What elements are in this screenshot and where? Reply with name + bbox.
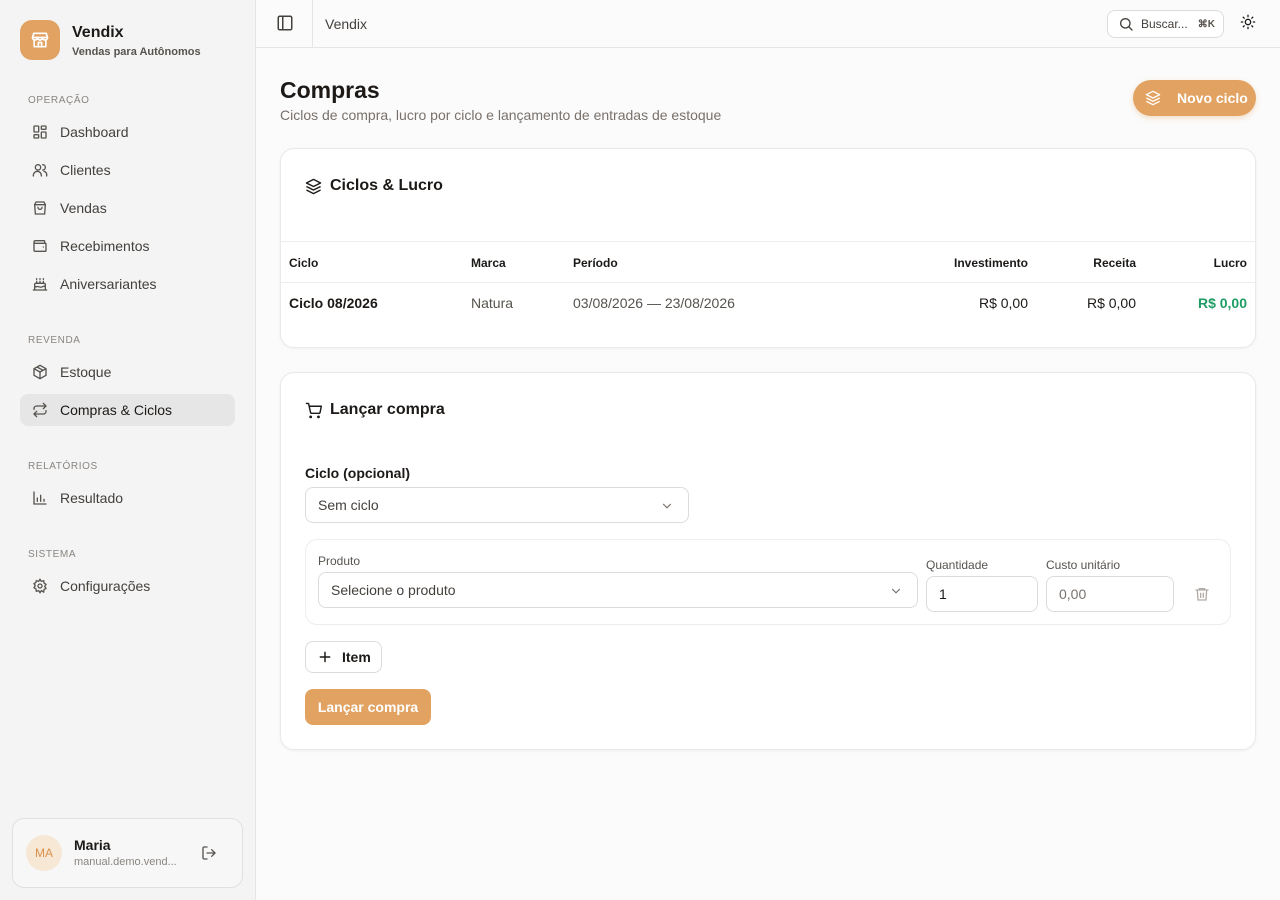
layers-icon	[1145, 90, 1161, 106]
sidebar-item-estoque[interactable]: Estoque	[20, 356, 235, 388]
column-header-ciclo: Ciclo	[289, 256, 319, 270]
cycle-select[interactable]: Sem ciclo	[305, 487, 689, 523]
section-label-operacao: Operação	[28, 95, 90, 106]
dashboard-icon	[32, 124, 48, 140]
sidebar-item-configuracoes[interactable]: Configurações	[20, 570, 235, 602]
shopping-bag-icon	[32, 200, 48, 216]
package-icon	[32, 364, 48, 380]
sidebar-item-label: Configurações	[60, 578, 151, 594]
trash-icon[interactable]	[1194, 586, 1210, 602]
column-header-investimento: Investimento	[953, 256, 1028, 270]
sun-icon[interactable]	[1240, 14, 1260, 34]
brand[interactable]: Vendix Vendas para Autônomos	[20, 20, 201, 60]
logout-icon[interactable]	[201, 845, 217, 861]
repeat-icon	[32, 402, 48, 418]
sidebar-item-label: Clientes	[60, 162, 111, 178]
cell-periodo: 03/08/2026 — 23/08/2026	[573, 295, 735, 311]
search-icon	[1118, 16, 1134, 32]
purchase-card-title: Lançar compra	[330, 401, 445, 418]
sidebar-toggle-icon[interactable]	[276, 14, 296, 34]
cell-marca: Natura	[471, 295, 514, 311]
cake-icon	[32, 276, 48, 292]
cycles-table: Ciclo Marca Período Investimento Receita…	[281, 241, 1255, 323]
user-name: Maria	[74, 837, 111, 853]
purchase-card-header: Lançar compra	[305, 401, 445, 419]
avatar: MA	[26, 835, 62, 871]
sidebar-item-label: Dashboard	[60, 124, 129, 140]
quantity-field-label: Quantidade	[926, 558, 989, 572]
unit-cost-input[interactable]: 0,00	[1046, 576, 1174, 612]
bar-chart-icon	[32, 490, 48, 506]
column-header-marca: Marca	[471, 256, 506, 270]
sidebar-item-clientes[interactable]: Clientes	[20, 154, 235, 186]
sidebar-item-resultado[interactable]: Resultado	[20, 482, 235, 514]
new-cycle-label: Novo ciclo	[1177, 90, 1248, 106]
user-email: manual.demo.vend...	[74, 856, 177, 868]
column-header-lucro: Lucro	[1213, 256, 1247, 270]
store-icon	[20, 20, 60, 60]
table-row[interactable]: Ciclo 08/2026 Natura 03/08/2026 — 23/08/…	[281, 283, 1255, 323]
quantity-input[interactable]: 1	[926, 576, 1038, 612]
page-title: Compras	[280, 77, 380, 103]
cart-icon	[305, 402, 322, 419]
sidebar: Vendix Vendas para Autônomos Operação Da…	[0, 0, 256, 900]
sidebar-item-dashboard[interactable]: Dashboard	[20, 116, 235, 148]
new-cycle-button[interactable]: Novo ciclo	[1133, 80, 1256, 116]
cycle-select-value: Sem ciclo	[318, 497, 379, 513]
sidebar-item-label: Estoque	[60, 364, 112, 380]
sidebar-item-vendas[interactable]: Vendas	[20, 192, 235, 224]
topbar: Vendix Buscar... ⌘K	[256, 0, 1280, 48]
users-icon	[32, 162, 48, 178]
product-select[interactable]: Selecione o produto	[318, 572, 918, 608]
sidebar-item-recebimentos[interactable]: Recebimentos	[20, 230, 235, 262]
section-label-sistema: Sistema	[28, 549, 77, 560]
sidebar-item-label: Aniversariantes	[60, 276, 157, 292]
plus-icon	[318, 650, 332, 664]
sidebar-item-compras-ciclos[interactable]: Compras & Ciclos	[20, 394, 235, 426]
add-item-button[interactable]: Item	[305, 641, 382, 673]
wallet-icon	[32, 238, 48, 254]
add-item-label: Item	[342, 649, 371, 665]
section-label-relatorios: Relatórios	[28, 461, 98, 472]
cell-investimento: R$ 0,00	[978, 295, 1028, 311]
cycle-field-label: Ciclo (opcional)	[305, 465, 410, 481]
layers-icon	[305, 178, 322, 195]
cell-lucro: R$ 0,00	[1197, 295, 1247, 311]
search-shortcut: ⌘K	[1197, 18, 1215, 30]
topbar-divider	[312, 0, 313, 47]
cycles-card-title: Ciclos & Lucro	[330, 177, 443, 194]
column-header-receita: Receita	[1093, 256, 1136, 270]
product-field-label: Produto	[318, 554, 361, 568]
sidebar-item-label: Recebimentos	[60, 238, 150, 254]
product-select-placeholder: Selecione o produto	[331, 582, 456, 598]
purchase-item-row: Produto Selecione o produto Quantidade 1…	[305, 539, 1231, 625]
sidebar-item-label: Compras & Ciclos	[60, 402, 173, 418]
gear-icon	[32, 578, 48, 594]
page-subtitle: Ciclos de compra, lucro por ciclo e lanç…	[280, 107, 722, 123]
column-header-periodo: Período	[573, 256, 618, 270]
table-header-row: Ciclo Marca Período Investimento Receita…	[281, 241, 1255, 283]
chevron-down-icon	[660, 499, 674, 513]
submit-purchase-button[interactable]: Lançar compra	[305, 689, 431, 725]
cell-ciclo: Ciclo 08/2026	[289, 295, 378, 311]
cycles-card: Ciclos & Lucro Ciclo Marca Período Inves…	[280, 148, 1256, 348]
sidebar-item-label: Resultado	[60, 490, 124, 506]
brand-name: Vendix	[72, 23, 124, 41]
purchase-card: Lançar compra Ciclo (opcional) Sem ciclo…	[280, 372, 1256, 750]
quantity-value: 1	[939, 586, 947, 602]
cell-receita: R$ 0,00	[1086, 295, 1136, 311]
cycles-card-header: Ciclos & Lucro	[305, 177, 443, 195]
sidebar-item-aniversariantes[interactable]: Aniversariantes	[20, 268, 235, 300]
search-label: Buscar...	[1141, 17, 1188, 31]
chevron-down-icon	[889, 584, 903, 598]
unit-cost-placeholder: 0,00	[1059, 586, 1087, 602]
user-card[interactable]: MA Maria manual.demo.vend...	[12, 818, 243, 888]
topbar-title: Vendix	[325, 16, 368, 32]
sidebar-item-label: Vendas	[60, 200, 107, 216]
brand-subtitle: Vendas para Autônomos	[72, 45, 201, 58]
unit-cost-field-label: Custo unitário	[1046, 558, 1121, 572]
search-button[interactable]: Buscar... ⌘K	[1107, 10, 1224, 38]
section-label-revenda: Revenda	[28, 335, 81, 346]
